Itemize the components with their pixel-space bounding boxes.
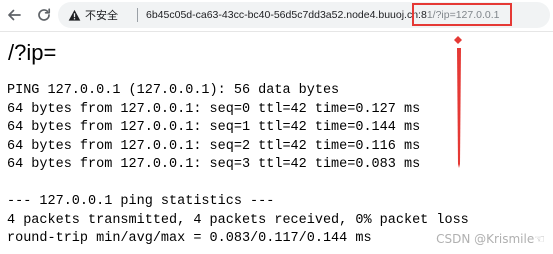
url-host: 6b45c05d-ca63-43cc-bc40-56d5c7dd3a52.nod… bbox=[146, 9, 427, 21]
output-line: 64 bytes from 127.0.0.1: seq=1 ttl=42 ti… bbox=[7, 120, 421, 135]
ping-output: PING 127.0.0.1 (127.0.0.1): 56 data byte… bbox=[7, 82, 469, 249]
output-line: --- 127.0.0.1 ping statistics --- bbox=[7, 194, 275, 209]
warning-triangle-icon bbox=[68, 9, 81, 21]
output-line: 64 bytes from 127.0.0.1: seq=3 ttl=42 ti… bbox=[7, 157, 421, 172]
address-separator bbox=[137, 8, 138, 22]
output-line: 64 bytes from 127.0.0.1: seq=2 ttl=42 ti… bbox=[7, 138, 421, 154]
back-button[interactable] bbox=[3, 4, 25, 26]
page-heading: /?ip= bbox=[8, 40, 57, 65]
output-line: 64 bytes from 127.0.0.1: seq=0 ttl=42 ti… bbox=[7, 101, 421, 117]
watermark: CSDN @Krismile☜ bbox=[436, 232, 545, 246]
security-label: 不安全 bbox=[85, 10, 118, 22]
output-line: round-trip min/avg/max = 0.083/0.117/0.1… bbox=[7, 231, 372, 246]
back-arrow-icon bbox=[8, 9, 21, 21]
reload-button[interactable] bbox=[33, 4, 55, 26]
url-highlight-box bbox=[412, 3, 512, 26]
security-indicator[interactable]: 不安全 bbox=[68, 6, 118, 24]
output-line: PING 127.0.0.1 (127.0.0.1): 56 data byte… bbox=[7, 83, 340, 98]
browser-toolbar: 不安全 6b45c05d-ca63-43cc-bc40-56d5c7dd3a52… bbox=[0, 0, 553, 32]
reload-icon bbox=[38, 8, 51, 21]
output-line: 4 packets transmitted, 4 packets receive… bbox=[7, 212, 469, 228]
